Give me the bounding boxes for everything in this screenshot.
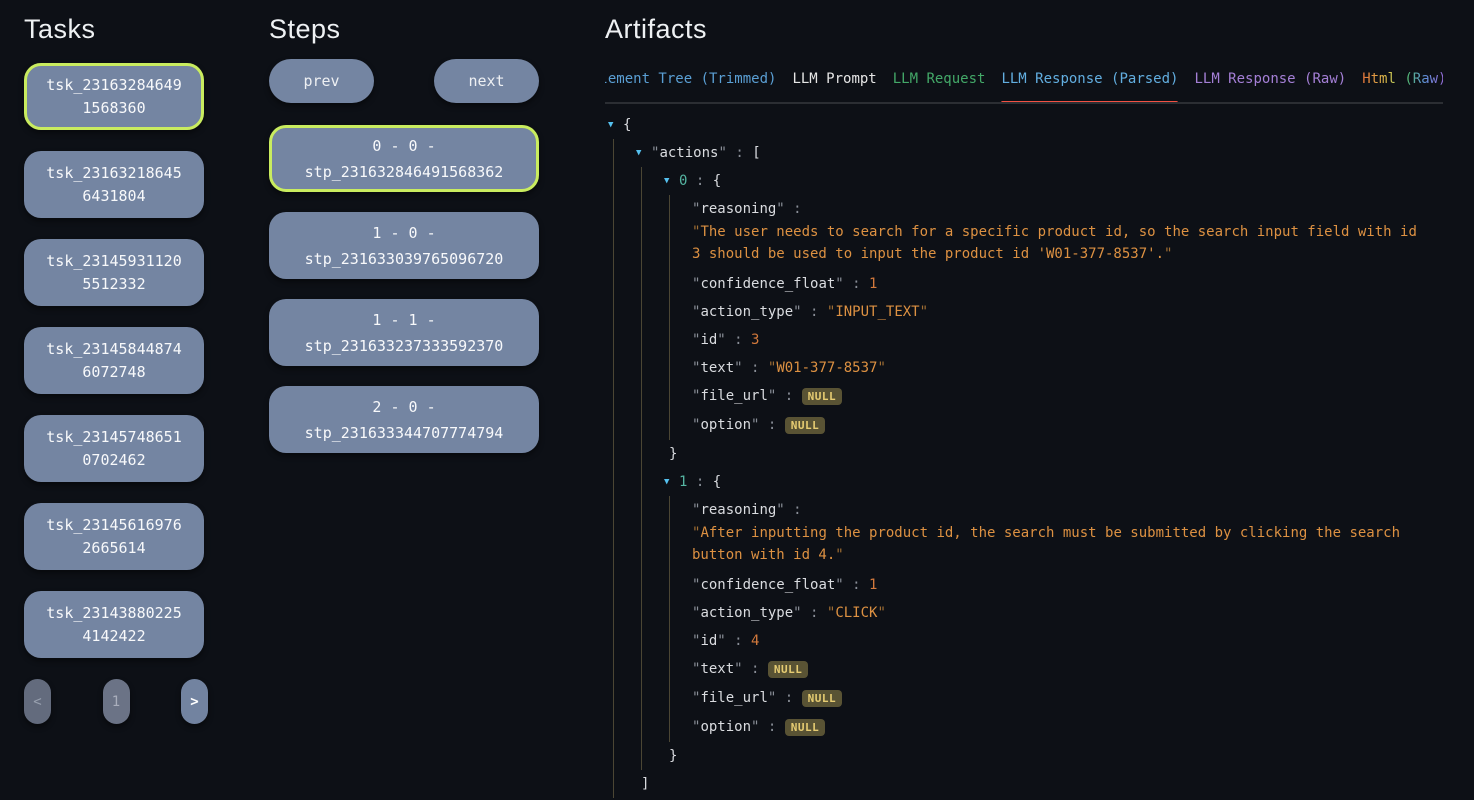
- json-property-row: "confidence_float" : 1: [692, 571, 1443, 599]
- json-tree-viewer: ▼{▼"actions" : [▼0 : {"reasoning" :"The …: [605, 111, 1443, 800]
- artifacts-title: Artifacts: [605, 14, 1443, 45]
- json-children: "reasoning" :"After inputting the produc…: [669, 496, 1443, 742]
- step-list: 0 - 0 - stp_231632846491568362 1 - 0 - st…: [269, 125, 539, 453]
- json-property-row: "text" : NULL: [692, 655, 1443, 684]
- json-property-row: "option" : NULL: [692, 411, 1443, 440]
- tab-element-tree-trimmed[interactable]: Element Tree (Trimmed): [605, 71, 776, 102]
- json-node-open-row: ▼1 : {: [664, 468, 1443, 496]
- tab-html-raw[interactable]: Html (Raw): [1362, 71, 1443, 102]
- task-button[interactable]: tsk_231457486510702462: [24, 415, 204, 482]
- json-string-value: "After inputting the product id, the sea…: [692, 522, 1425, 567]
- json-key-row: "reasoning" :: [692, 496, 1443, 524]
- json-node-open-row: ▼0 : {: [664, 167, 1443, 195]
- tab-llm-prompt[interactable]: LLM Prompt: [792, 71, 876, 102]
- null-badge: NULL: [785, 719, 826, 736]
- json-children: ▼0 : {"reasoning" :"The user needs to se…: [641, 167, 1443, 770]
- collapse-arrow[interactable]: ▼: [636, 139, 651, 167]
- tab-llm-response-parsed[interactable]: LLM Response (Parsed): [1001, 71, 1178, 102]
- tasks-panel: Tasks tsk_231632846491568360 tsk_23163218…: [24, 2, 204, 724]
- null-badge: NULL: [802, 690, 843, 707]
- tasks-title: Tasks: [24, 14, 204, 45]
- tab-llm-response-raw[interactable]: LLM Response (Raw): [1194, 71, 1346, 102]
- pagination-next-button[interactable]: >: [181, 679, 208, 724]
- tasks-pagination: < 1 >: [24, 679, 208, 724]
- task-list: tsk_231632846491568360 tsk_23163218645643…: [24, 63, 204, 658]
- pagination-page-button[interactable]: 1: [103, 679, 130, 724]
- json-property-row: "text" : "W01-377-8537": [692, 354, 1443, 382]
- task-button[interactable]: tsk_231458448746072748: [24, 327, 204, 394]
- json-node-open-row: ▼{: [608, 111, 1443, 139]
- json-property-row: "id" : 3: [692, 326, 1443, 354]
- app-root: Tasks tsk_231632846491568360 tsk_23163218…: [0, 0, 1474, 800]
- collapse-arrow[interactable]: ▼: [608, 111, 623, 139]
- prev-step-button[interactable]: prev: [269, 59, 374, 103]
- collapse-arrow[interactable]: ▼: [664, 468, 679, 496]
- task-button[interactable]: tsk_231456169762665614: [24, 503, 204, 570]
- json-property-row: "id" : 4: [692, 627, 1443, 655]
- tab-llm-request[interactable]: LLM Request: [893, 71, 986, 102]
- pagination-prev-button[interactable]: <: [24, 679, 51, 724]
- json-property-row: "file_url" : NULL: [692, 684, 1443, 713]
- json-property-row: "action_type" : "CLICK": [692, 599, 1443, 627]
- json-node-close-row: }: [669, 440, 1443, 468]
- json-property-row: "action_type" : "INPUT_TEXT": [692, 298, 1443, 326]
- null-badge: NULL: [768, 661, 809, 678]
- step-button[interactable]: 0 - 0 - stp_231632846491568362: [269, 125, 539, 192]
- next-step-button[interactable]: next: [434, 59, 539, 103]
- artifacts-tabbar: Element Tree (Trimmed) LLM Prompt LLM Requ…: [605, 71, 1443, 104]
- null-badge: NULL: [802, 388, 843, 405]
- artifacts-panel: Artifacts Element Tree (Trimmed) LLM Prom…: [605, 2, 1443, 800]
- steps-panel: Steps prev next 0 - 0 - stp_231632846491…: [269, 2, 539, 473]
- json-node-open-row: ▼"actions" : [: [636, 139, 1443, 167]
- step-button[interactable]: 1 - 1 - stp_231633237333592370: [269, 299, 539, 366]
- step-button[interactable]: 2 - 0 - stp_231633344707774794: [269, 386, 539, 453]
- json-key-row: "reasoning" :: [692, 195, 1443, 223]
- json-children: "reasoning" :"The user needs to search f…: [669, 195, 1443, 440]
- json-node-close-row: }: [669, 742, 1443, 770]
- task-button[interactable]: tsk_231632186456431804: [24, 151, 204, 218]
- task-button[interactable]: tsk_231632846491568360: [24, 63, 204, 130]
- task-button[interactable]: tsk_231438802254142422: [24, 591, 204, 658]
- task-button[interactable]: tsk_231459311205512332: [24, 239, 204, 306]
- json-property-row: "option" : NULL: [692, 713, 1443, 742]
- step-button[interactable]: 1 - 0 - stp_231633039765096720: [269, 212, 539, 279]
- json-node-close-row: ]: [641, 770, 1443, 798]
- json-string-value: "The user needs to search for a specific…: [692, 221, 1425, 266]
- step-nav: prev next: [269, 59, 539, 103]
- collapse-arrow[interactable]: ▼: [664, 167, 679, 195]
- json-property-row: "confidence_float" : 1: [692, 270, 1443, 298]
- json-children: ▼"actions" : [▼0 : {"reasoning" :"The us…: [613, 139, 1443, 798]
- null-badge: NULL: [785, 417, 826, 434]
- json-property-row: "file_url" : NULL: [692, 382, 1443, 411]
- steps-title: Steps: [269, 14, 539, 45]
